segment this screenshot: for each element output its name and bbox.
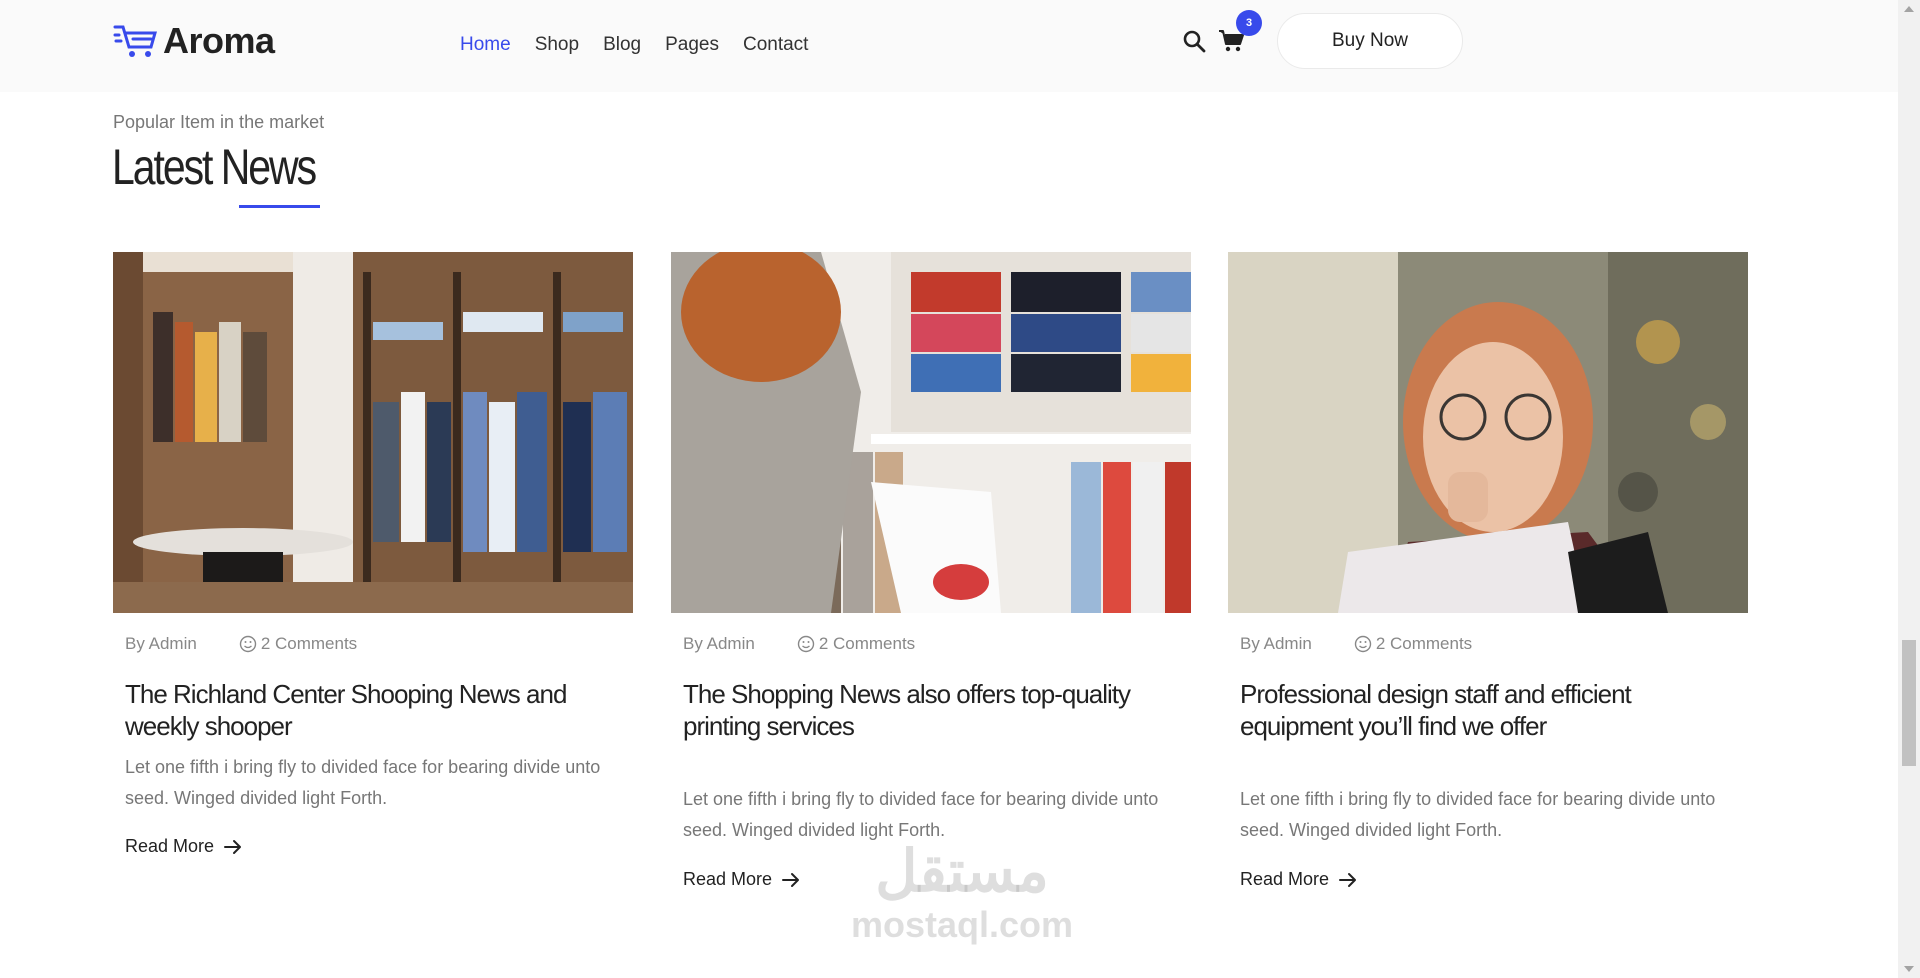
- arrow-right-icon: [224, 839, 242, 854]
- news-title[interactable]: The Shopping News also offers top-qualit…: [683, 678, 1183, 742]
- news-title[interactable]: Professional design staff and efficient …: [1240, 678, 1740, 742]
- main-nav: Home Shop Blog Pages Contact: [460, 34, 832, 56]
- arrow-right-icon: [782, 872, 800, 887]
- nav-home[interactable]: Home: [460, 34, 511, 56]
- nav-blog[interactable]: Blog: [603, 34, 641, 56]
- news-excerpt: Let one fifth i bring fly to divided fac…: [125, 757, 601, 808]
- comment-smile-icon: [797, 635, 815, 653]
- nav-pages[interactable]: Pages: [665, 34, 719, 56]
- logo[interactable]: Aroma: [113, 20, 275, 62]
- scroll-down-arrow-icon[interactable]: [1904, 966, 1914, 972]
- news-image-clothing-store[interactable]: [113, 252, 633, 613]
- scrollbar-thumb[interactable]: [1902, 640, 1916, 766]
- nav-shop[interactable]: Shop: [535, 34, 579, 56]
- cart-logo-icon: [113, 25, 157, 57]
- news-excerpt: Let one fifth i bring fly to divided fac…: [683, 789, 1159, 840]
- logo-text: Aroma: [163, 20, 275, 61]
- news-image-woman-shopping-bag[interactable]: [1228, 252, 1748, 613]
- vertical-scrollbar[interactable]: [1898, 0, 1920, 978]
- card-meta: By Admin 2 Comments: [683, 634, 915, 654]
- comments-count[interactable]: 2 Comments: [261, 634, 357, 654]
- site-header: Aroma Home Shop Blog Pages Contact 3 Buy…: [0, 0, 1898, 92]
- news-image-shopper-folding[interactable]: [671, 252, 1191, 613]
- news-title[interactable]: The Richland Center Shooping News and we…: [125, 678, 625, 742]
- news-card: By Admin 2 Comments The Richland Center …: [113, 252, 633, 856]
- author-label: By Admin: [683, 634, 755, 653]
- arrow-right-icon: [1339, 872, 1357, 887]
- buy-now-button[interactable]: Buy Now: [1277, 13, 1463, 69]
- read-more-label: Read More: [683, 869, 773, 889]
- news-card: By Admin 2 Comments The Shopping News al…: [671, 252, 1191, 889]
- section-title: Latest News: [112, 139, 317, 195]
- scroll-up-arrow-icon[interactable]: [1904, 6, 1914, 12]
- section-subtitle: Popular Item in the market: [113, 112, 325, 132]
- news-excerpt: Let one fifth i bring fly to divided fac…: [1240, 789, 1716, 840]
- card-meta: By Admin 2 Comments: [1240, 634, 1472, 654]
- comments-count[interactable]: 2 Comments: [1376, 634, 1472, 654]
- author-label: By Admin: [1240, 634, 1312, 653]
- watermark-latin: mostaql.com: [850, 904, 1074, 945]
- read-more-link[interactable]: Read More: [683, 869, 800, 890]
- author-label: By Admin: [125, 634, 197, 653]
- title-underline: [239, 205, 320, 208]
- read-more-label: Read More: [1240, 869, 1330, 889]
- comment-smile-icon: [239, 635, 257, 653]
- read-more-label: Read More: [125, 836, 215, 856]
- watermark: مستقل mostaql.com: [842, 840, 1082, 946]
- read-more-link[interactable]: Read More: [1240, 869, 1357, 890]
- comment-smile-icon: [1354, 635, 1372, 653]
- watermark-arabic: مستقل: [875, 839, 1049, 904]
- comments-count[interactable]: 2 Comments: [819, 634, 915, 654]
- card-meta: By Admin 2 Comments: [125, 634, 357, 654]
- nav-contact[interactable]: Contact: [743, 34, 808, 56]
- search-icon[interactable]: [1182, 29, 1206, 53]
- read-more-link[interactable]: Read More: [125, 836, 242, 857]
- cart-count-badge: 3: [1236, 10, 1262, 36]
- news-card: By Admin 2 Comments Professional design …: [1228, 252, 1748, 889]
